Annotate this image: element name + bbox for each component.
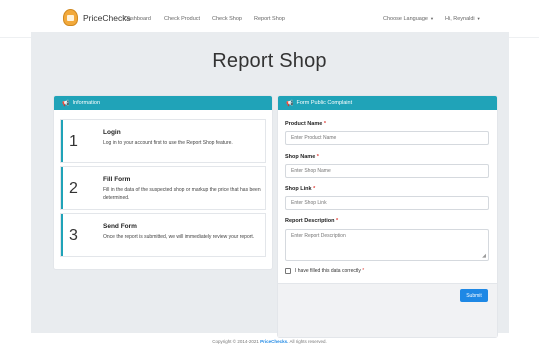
nav-link-check-shop[interactable]: Check Shop bbox=[212, 16, 242, 22]
pricechecks-logo-icon bbox=[63, 9, 78, 26]
page-title: Report Shop bbox=[212, 50, 327, 72]
step-number: 2 bbox=[69, 180, 78, 197]
confirm-checkbox[interactable] bbox=[285, 268, 291, 274]
report-description-wrapper: ◢ bbox=[278, 229, 497, 261]
complaint-form-header: 📢 Form Public Complaint bbox=[278, 96, 497, 110]
step-description: Once the report is submitted, we will im… bbox=[103, 234, 255, 240]
submit-button[interactable]: Submit bbox=[460, 289, 488, 302]
product-name-input[interactable] bbox=[285, 131, 489, 145]
step-title: Login bbox=[103, 129, 121, 136]
confirm-checkbox-row[interactable]: I have filled this data correctly * bbox=[285, 268, 364, 274]
shop-link-label: Shop Link * bbox=[285, 186, 316, 192]
megaphone-icon: 📢 bbox=[286, 100, 294, 107]
language-dropdown[interactable]: Choose Language ▼ bbox=[383, 16, 434, 22]
step-card-fill-form: 2 Fill Form Fill in the data of the susp… bbox=[61, 167, 265, 209]
shop-name-label: Shop Name * bbox=[285, 154, 319, 160]
step-card-send-form: 3 Send Form Once the report is submitted… bbox=[61, 214, 265, 256]
information-card-title: Information bbox=[72, 100, 100, 106]
page-footer: Copyright © 2014-2021 PriceChecks. All r… bbox=[0, 339, 539, 344]
shop-name-input[interactable] bbox=[285, 164, 489, 178]
step-description: Fill in the data of the suspected shop o… bbox=[103, 187, 261, 201]
step-description: Log in to your account first to use the … bbox=[103, 140, 233, 146]
complaint-form-title: Form Public Complaint bbox=[296, 100, 353, 106]
language-label: Choose Language bbox=[383, 16, 428, 22]
nav-link-dashboard[interactable]: Dashboard bbox=[124, 16, 151, 22]
shop-link-input[interactable] bbox=[285, 196, 489, 210]
brand[interactable]: PriceChecks bbox=[63, 9, 131, 26]
caret-down-icon: ▼ bbox=[476, 16, 481, 21]
copyright-text: Copyright © 2014-2021 bbox=[212, 339, 259, 344]
information-card-header: 📢 Information bbox=[54, 96, 272, 110]
rights-text: All rights reserved. bbox=[289, 339, 327, 344]
step-card-login: 1 Login Log in to your account first to … bbox=[61, 120, 265, 162]
information-card: 📢 Information 1 Login Log in to your acc… bbox=[54, 96, 272, 269]
product-name-label: Product Name * bbox=[285, 121, 326, 127]
nav-link-report-shop[interactable]: Report Shop bbox=[254, 16, 285, 22]
report-description-label: Report Description * bbox=[285, 218, 339, 224]
resize-grip-icon[interactable]: ◢ bbox=[482, 253, 486, 259]
step-number: 3 bbox=[69, 227, 78, 244]
step-number: 1 bbox=[69, 133, 78, 150]
complaint-form-card: 📢 Form Public Complaint Product Name * S… bbox=[278, 96, 497, 337]
step-title: Fill Form bbox=[103, 176, 131, 183]
report-description-textarea[interactable] bbox=[285, 229, 489, 261]
user-greeting: Hi, Reynaldi bbox=[445, 16, 475, 22]
footer-brand-link[interactable]: PriceChecks. bbox=[260, 339, 288, 344]
user-menu[interactable]: Hi, Reynaldi ▼ bbox=[445, 16, 481, 22]
confirm-checkbox-label: I have filled this data correctly * bbox=[295, 268, 365, 274]
nav-link-check-product[interactable]: Check Product bbox=[164, 16, 200, 22]
caret-down-icon: ▼ bbox=[429, 16, 434, 21]
step-title: Send Form bbox=[103, 223, 137, 230]
form-footer: Submit bbox=[278, 283, 497, 337]
megaphone-icon: 📢 bbox=[62, 100, 70, 107]
